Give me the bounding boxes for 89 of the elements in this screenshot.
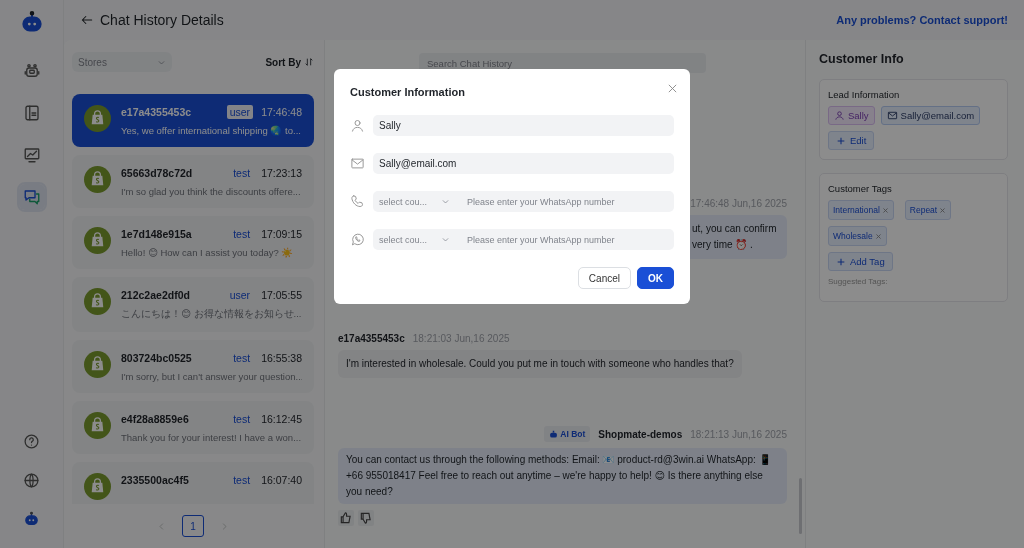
person-icon <box>834 110 845 121</box>
conversation-item[interactable]: e17a4355453c user 17:46:48 Yes, we offer international shipping 🌏 to... <box>72 94 314 147</box>
card-title: Lead Information <box>828 89 901 100</box>
lead-chip: Sally@email.com <box>880 106 981 125</box>
nav-button[interactable] <box>18 184 45 210</box>
conversation-item[interactable]: 65663d78c72d test 17:23:13 I'm so glad you think the discounts offere... <box>72 155 314 208</box>
edit-button[interactable]: Edit <box>828 131 875 150</box>
close-icon[interactable] <box>881 206 889 214</box>
shopping-bag-icon <box>84 412 111 439</box>
conversation-time: 17:09:15 <box>261 228 302 240</box>
ai-bot-badge: AI Bot <box>544 426 591 442</box>
email-field[interactable]: Sally@email.com <box>373 153 674 174</box>
conversation-id: 212c2ae2df0d <box>121 289 190 301</box>
message-preview: Yes, we offer international shipping 🌏 to... <box>121 125 302 136</box>
card-title: Customer Tags <box>828 183 893 194</box>
phone-number-field[interactable]: Please enter your WhatsApp number <box>461 191 674 212</box>
conversation-time: 17:05:55 <box>261 289 302 301</box>
lead-chip: Sally <box>828 106 875 125</box>
role-label: test <box>232 166 252 180</box>
message-preview: I'm so glad you think the discounts offere... <box>121 186 302 197</box>
mail-icon <box>886 110 898 121</box>
customer-tag[interactable]: Wholesale <box>828 226 887 246</box>
conversation-item[interactable]: 2335500ac4f5 test 16:07:40 <box>72 462 314 504</box>
sort-icon <box>304 57 314 67</box>
back-arrow-icon <box>80 13 94 27</box>
role-label: user <box>228 288 252 302</box>
mail-icon <box>350 156 365 171</box>
shopping-bag-icon <box>84 473 111 500</box>
chat-bubbles-icon <box>22 188 41 206</box>
customer-tag[interactable]: International <box>828 200 894 220</box>
country-select[interactable]: select cou... <box>373 229 461 250</box>
chevron-down-icon <box>441 197 451 206</box>
dialog-title: Customer Information <box>350 86 465 98</box>
customer-tag[interactable]: Repeat <box>904 200 952 220</box>
sort-button[interactable]: Sort By <box>265 56 314 68</box>
thumbs-up-icon[interactable] <box>338 510 354 526</box>
shopping-bag-icon <box>84 105 111 132</box>
conversation-item[interactable]: e4f28a8859e6 test 16:12:45 Thank you for your interest! I have a won... <box>72 401 314 454</box>
page-button[interactable]: 1 <box>182 515 204 537</box>
add-tag-button[interactable]: Add Tag <box>828 252 893 271</box>
conversation-id: 65663d78c72d <box>121 167 193 179</box>
panel-title: Customer Info <box>819 52 905 66</box>
person-icon <box>350 118 365 133</box>
message-bubble: You can contact us through the following methods: Email: 📧 product-rd@3win.ai WhatsApp: 📱 +66 955018417 Feel free to reach out anytime – we're happy to help! 😊 Is there anything else you need? <box>338 448 787 504</box>
conversation-time: 16:12:45 <box>261 413 302 425</box>
role-label: user <box>226 105 254 119</box>
page-title: Chat History Details <box>100 12 224 28</box>
message-bubble: I'm interested in wholesale. Could you put me in touch with someone who handles that? <box>338 350 742 378</box>
conversation-time: 16:55:38 <box>261 352 302 364</box>
book-icon <box>22 104 41 122</box>
conversation-id: e17a4355453c <box>121 106 192 118</box>
close-icon[interactable] <box>667 82 678 94</box>
close-icon[interactable] <box>874 232 882 240</box>
shopping-bag-icon <box>84 227 111 254</box>
support-link[interactable]: Any problems? Contact support! <box>836 14 1008 26</box>
conversation-time: 17:23:13 <box>261 167 302 179</box>
conversation-id: 803724bc0525 <box>121 352 192 364</box>
role-label: test <box>232 351 252 365</box>
conversation-time: 16:07:40 <box>261 474 302 486</box>
country-select[interactable]: select cou... <box>373 191 461 212</box>
globe-icon[interactable] <box>23 472 40 489</box>
ok-button[interactable]: OK <box>637 267 674 289</box>
message-preview: Thank you for your interest! I have a won... <box>121 432 302 443</box>
conversation-id: 1e7d148e915a <box>121 228 192 240</box>
conversation-time: 17:46:48 <box>261 106 302 118</box>
sender-name: Shopmate-demos <box>598 428 683 440</box>
chat-phone-icon <box>350 232 365 247</box>
sender-name: e17a4355453c <box>338 333 405 344</box>
role-label: test <box>232 473 252 487</box>
shopping-bag-icon <box>84 351 111 378</box>
role-label: test <box>232 412 252 426</box>
thumbs-down-icon[interactable] <box>358 510 374 526</box>
stores-dropdown[interactable]: Stores <box>72 52 172 72</box>
name-field[interactable]: Sally <box>373 115 674 136</box>
help-icon[interactable] <box>23 433 40 450</box>
close-icon[interactable] <box>939 206 947 214</box>
chevron-down-icon <box>441 235 451 244</box>
chart-icon <box>22 146 41 164</box>
cancel-button[interactable]: Cancel <box>577 267 631 289</box>
phone-icon <box>350 194 365 209</box>
shopping-bag-icon <box>84 288 111 315</box>
conversation-id: e4f28a8859e6 <box>121 413 189 425</box>
plus-icon <box>836 135 846 146</box>
conversation-id: 2335500ac4f5 <box>121 474 189 486</box>
robot-face-icon[interactable] <box>23 511 40 528</box>
phone-number-field[interactable]: Please enter your WhatsApp number <box>461 229 674 250</box>
shopping-bag-icon <box>84 166 111 193</box>
role-label: test <box>232 227 252 241</box>
plus-icon <box>836 256 846 267</box>
